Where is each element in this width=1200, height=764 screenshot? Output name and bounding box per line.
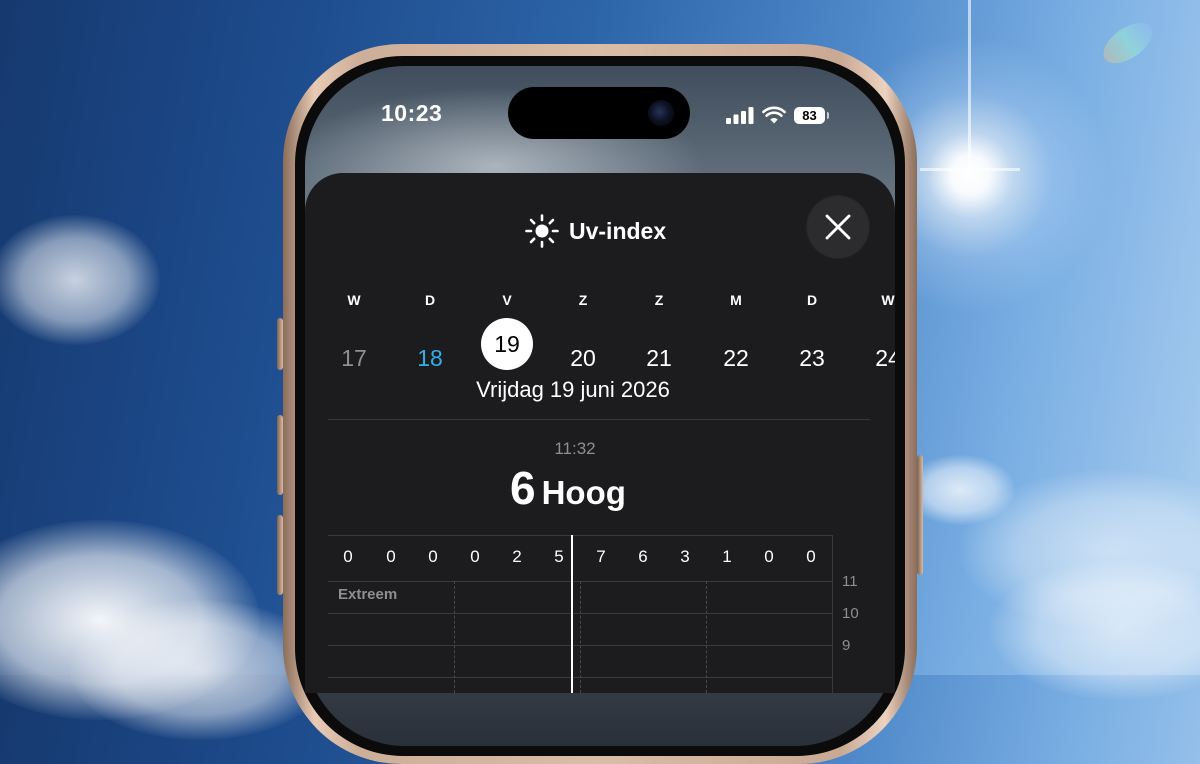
hourly-value: 6 [638, 547, 648, 566]
hourly-value: 1 [722, 547, 732, 566]
hourly-value: 0 [428, 547, 438, 566]
side-button [917, 455, 923, 575]
day-of-week: V [502, 292, 512, 308]
battery-indicator: 83 [794, 106, 829, 124]
day-of-week: Z [578, 292, 588, 308]
y-tick: 11 [842, 573, 858, 590]
uv-level: Hoog [541, 474, 626, 511]
divider [328, 419, 870, 420]
current-time-indicator[interactable] [571, 535, 573, 693]
day-of-week: M [730, 292, 742, 308]
day-of-week: Z [654, 292, 664, 308]
battery-level: 83 [802, 107, 817, 123]
uv-reading: 6 Hoog [510, 461, 626, 515]
close-icon [825, 214, 851, 240]
day-of-week: D [424, 292, 436, 308]
uv-value: 6 [510, 462, 536, 514]
hourly-value: 7 [596, 547, 606, 566]
cloud [0, 215, 160, 345]
grid-line [706, 581, 707, 693]
current-time: 11:32 [554, 439, 596, 458]
status-time: 10:23 [381, 100, 443, 126]
band-label-extreme: Extreem [338, 586, 398, 603]
grid-line [454, 581, 455, 693]
selected-date: Vrijdag 19 juni 2026 [476, 377, 670, 402]
close-button[interactable] [807, 196, 869, 258]
hourly-value: 0 [343, 547, 353, 566]
grid-line [580, 581, 581, 693]
y-tick: 9 [842, 637, 851, 654]
day-of-week: D [806, 292, 818, 308]
hourly-value: 5 [554, 547, 564, 566]
y-tick: 10 [842, 605, 859, 622]
uv-index-sheet: Uv-index W D V Z Z M D W 17 18 19 20 21 … [305, 173, 895, 693]
lens-flare [1096, 14, 1160, 72]
front-camera [648, 100, 674, 126]
wifi-icon [762, 106, 786, 124]
y-axis-line [832, 535, 833, 693]
sun-icon [525, 214, 559, 248]
sheet-title: Uv-index [569, 217, 667, 244]
hourly-value: 0 [764, 547, 774, 566]
hourly-value: 0 [470, 547, 480, 566]
sun-ray [968, 0, 971, 175]
day-of-week: W [347, 292, 361, 308]
hourly-value: 0 [806, 547, 816, 566]
sun-ray [920, 168, 1020, 171]
sheet-header: Uv-index [525, 214, 666, 248]
day-of-week: W [881, 292, 895, 308]
day-24-button[interactable]: 24 [862, 332, 895, 384]
day-19-button[interactable]: 19 [481, 318, 533, 370]
grid-line [328, 535, 832, 536]
hourly-value: 3 [680, 547, 690, 566]
status-icons: 83 [726, 103, 829, 127]
hourly-value: 0 [386, 547, 396, 566]
cellular-signal-icon [726, 106, 754, 124]
hourly-value: 2 [512, 547, 522, 566]
